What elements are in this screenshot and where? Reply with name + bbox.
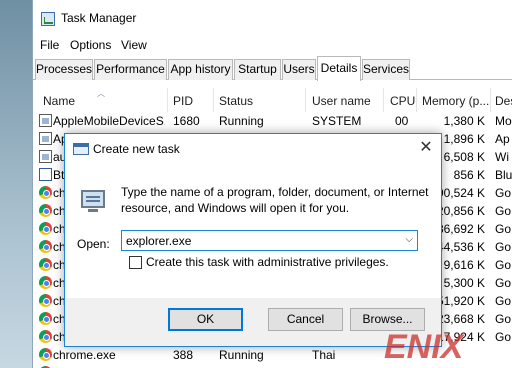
run-program-icon <box>79 184 109 214</box>
tab-startup[interactable]: Startup <box>234 59 281 80</box>
cell-name: AppleMobileDeviceS... <box>53 114 165 128</box>
chrome-icon <box>39 348 52 361</box>
menu-options[interactable]: Options <box>70 38 111 52</box>
cell-desc: Ap <box>495 132 510 146</box>
col-user-name[interactable]: User name <box>312 94 371 108</box>
ok-button[interactable]: OK <box>168 308 243 331</box>
cell-desc: Go <box>495 186 512 200</box>
chrome-icon <box>39 240 52 253</box>
cell-desc: Go <box>495 276 512 290</box>
cell-cpu: 00 <box>395 114 409 128</box>
tab-performance[interactable]: Performance <box>94 59 167 80</box>
table-row[interactable]: AppleMobileDeviceS... 1680 Running SYSTEM 00… <box>33 112 512 130</box>
admin-privileges-label[interactable]: Create this task with administrative pri… <box>146 255 389 269</box>
cell-desc: Go <box>495 258 512 272</box>
window-icon <box>39 132 52 145</box>
tab-app-history[interactable]: App history <box>168 59 233 80</box>
col-name[interactable]: Name <box>43 94 75 108</box>
tab-services[interactable]: Services <box>362 59 410 80</box>
cancel-button[interactable]: Cancel <box>268 308 343 331</box>
window-icon <box>39 114 52 127</box>
cell-user: Thai <box>312 348 336 362</box>
menubar: File Options View <box>33 36 512 56</box>
menu-file[interactable]: File <box>40 38 59 52</box>
open-input[interactable] <box>126 232 396 249</box>
cell-name: chrome.exe <box>53 348 116 362</box>
chrome-icon <box>39 330 52 343</box>
chrome-icon <box>39 258 52 271</box>
cell-status: Running <box>219 348 264 362</box>
bluetooth-icon <box>39 168 52 181</box>
tab-processes[interactable]: Processes <box>35 59 93 80</box>
cell-user: SYSTEM <box>312 114 362 128</box>
close-icon[interactable]: ✕ <box>415 138 437 160</box>
dialog-description: Type the name of a program, folder, docu… <box>121 185 429 215</box>
admin-privileges-checkbox[interactable] <box>129 256 142 269</box>
cell-desc: Go <box>495 294 512 308</box>
tab-users[interactable]: Users <box>282 59 316 80</box>
col-pid[interactable]: PID <box>173 94 193 108</box>
column-header-row: Name PID Status User name CPU Memory (p.… <box>33 88 512 112</box>
cell-desc: Go <box>495 330 512 344</box>
menu-view[interactable]: View <box>121 38 147 52</box>
chrome-icon <box>39 222 52 235</box>
dialog-title: Create new task <box>93 142 180 156</box>
run-window-icon <box>73 143 89 155</box>
task-manager-title: Task Manager <box>61 11 137 25</box>
open-combobox[interactable]: ⌵ <box>121 230 418 251</box>
tab-details[interactable]: Details <box>317 56 361 81</box>
dialog-body: Type the name of a program, folder, docu… <box>65 164 441 298</box>
chrome-icon <box>39 294 52 307</box>
cell-desc: Go <box>495 204 512 218</box>
cell-desc: Mo <box>495 114 512 128</box>
browse-button[interactable]: Browse... <box>350 308 425 331</box>
tab-bar: Processes Performance App history Startu… <box>33 56 512 81</box>
cell-mem: 1,380 K <box>443 114 485 128</box>
col-status[interactable]: Status <box>219 94 253 108</box>
col-cpu[interactable]: CPU <box>390 94 415 108</box>
dialog-titlebar: Create new task ✕ <box>65 134 441 164</box>
col-description[interactable]: Des <box>495 94 512 108</box>
cell-desc: Blu <box>495 168 512 182</box>
col-memory[interactable]: Memory (p... <box>422 94 489 108</box>
chrome-icon <box>39 276 52 289</box>
cell-desc: Wi <box>495 150 509 164</box>
cell-status: Running <box>219 114 264 128</box>
create-new-task-dialog: Create new task ✕ Type the name of a pro… <box>64 133 442 347</box>
chrome-icon <box>39 312 52 325</box>
cell-desc: Go <box>495 312 512 326</box>
table-row[interactable]: chrome.exe 388 Running Thai <box>33 346 512 364</box>
window-icon <box>39 150 52 163</box>
table-row[interactable]: chrome.exe5732RunningThai <box>33 364 512 368</box>
cell-pid: 1680 <box>173 114 200 128</box>
task-manager-icon <box>41 12 55 26</box>
chrome-icon <box>39 186 52 199</box>
open-label: Open: <box>77 237 110 251</box>
cell-desc: Go <box>495 222 512 236</box>
task-manager-titlebar: Task Manager <box>33 0 512 36</box>
chevron-down-icon[interactable]: ⌵ <box>405 234 413 245</box>
cell-desc: Go <box>495 240 512 254</box>
cell-pid: 388 <box>173 348 194 362</box>
chrome-icon <box>39 204 52 217</box>
